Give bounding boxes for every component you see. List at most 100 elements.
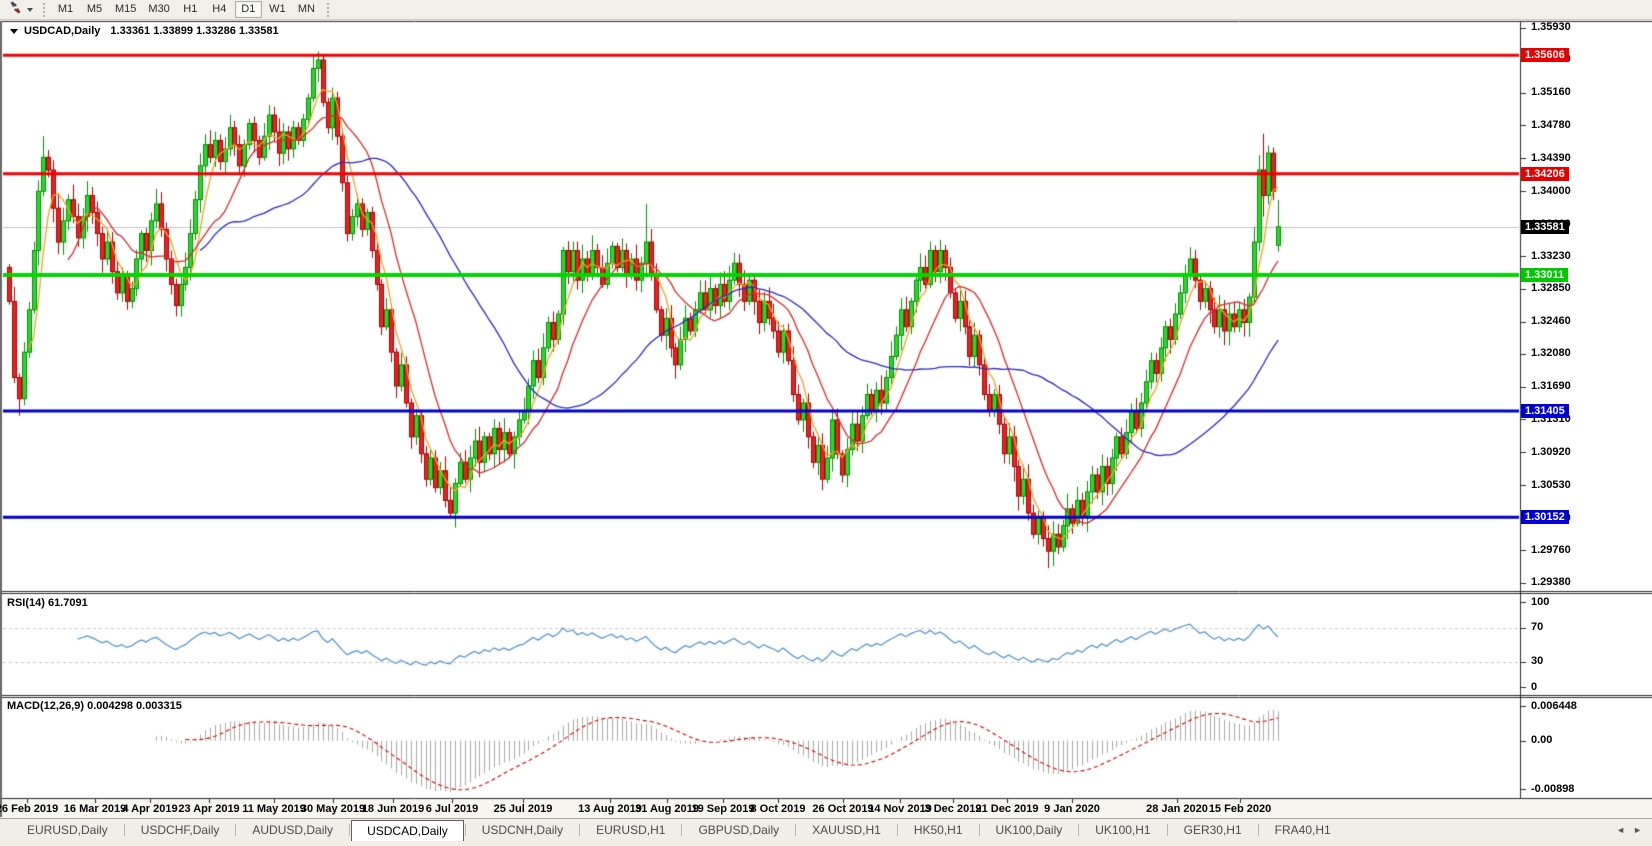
tab-separator — [681, 824, 682, 836]
tab-scroll-left-icon[interactable]: ◄ — [1616, 825, 1625, 835]
macd-label: MACD(12,26,9) 0.004298 0.003315 — [7, 700, 182, 712]
date-tick-label: 13 Aug 2019 — [578, 803, 642, 815]
timeframe-button-h1[interactable]: H1 — [177, 1, 204, 18]
date-tick-label: 16 Mar 2019 — [64, 803, 126, 815]
date-tick-label: 6 Jul 2019 — [426, 803, 479, 815]
tab-fra40-h1[interactable]: FRA40,H1 — [1260, 819, 1346, 841]
tab-hk50-h1[interactable]: HK50,H1 — [899, 819, 978, 841]
tab-usdcnh-daily[interactable]: USDCNH,Daily — [467, 819, 578, 841]
tab-gbpusd-daily[interactable]: GBPUSD,Daily — [683, 819, 794, 841]
timeframe-button-m5[interactable]: M5 — [81, 1, 108, 18]
tab-xauusd-h1[interactable]: XAUUSD,H1 — [797, 819, 896, 841]
timeframe-buttons: M1M5M15M30H1H4D1W1MN — [51, 1, 321, 18]
status-strip — [0, 841, 1652, 846]
date-tick-label: 26 Feb 2019 — [0, 803, 58, 815]
price-line-badge: 1.34206 — [1521, 167, 1569, 181]
price-line-badge: 1.33011 — [1521, 268, 1568, 282]
chevron-down-icon — [27, 8, 33, 12]
price-tick-label: 1.34000 — [1531, 185, 1571, 197]
price-line-badge: 1.35606 — [1521, 48, 1569, 62]
toolbar-grip-end[interactable] — [327, 3, 329, 17]
price-tick-label: 1.35160 — [1531, 86, 1571, 98]
tab-scroll-right-icon[interactable]: ► — [1633, 825, 1642, 835]
date-tick-label: 15 Feb 2020 — [1209, 803, 1271, 815]
price-tick-label: 1.35930 — [1531, 21, 1571, 33]
date-tick-label: 19 Sep 2019 — [692, 803, 755, 815]
date-tick-label: 26 Oct 2019 — [812, 803, 873, 815]
price-line-badge: 1.31405 — [1521, 404, 1569, 418]
date-tick-label: 3 Dec 2019 — [925, 803, 982, 815]
symbol-dropdown-icon[interactable] — [10, 29, 18, 34]
price-tick-label: 1.30530 — [1531, 479, 1571, 491]
tab-separator — [979, 824, 980, 836]
date-tick-label: 8 Oct 2019 — [750, 803, 805, 815]
rsi-tick-label: 70 — [1531, 621, 1543, 633]
price-tick-label: 1.34780 — [1531, 119, 1571, 131]
tab-scroll-arrows: ◄ ► — [1606, 819, 1652, 841]
price-line-badge: 1.33581 — [1521, 220, 1569, 234]
tab-eurusd-daily[interactable]: EURUSD,Daily — [12, 819, 123, 841]
rsi-tick-label: 100 — [1531, 596, 1549, 608]
rsi-label: RSI(14) 61.7091 — [7, 597, 88, 609]
tab-separator — [124, 824, 125, 836]
price-tick-label: 1.33230 — [1531, 250, 1571, 262]
tab-separator — [897, 824, 898, 836]
tab-audusd-daily[interactable]: AUDUSD,Daily — [237, 819, 348, 841]
toolbar-grip[interactable] — [43, 3, 45, 17]
tab-separator — [1258, 824, 1259, 836]
trading-terminal-window: M1M5M15M30H1H4D1W1MN USDCAD,Daily 1.3336… — [0, 0, 1652, 846]
chart-canvas[interactable] — [0, 0, 1652, 846]
date-tick-label: 30 May 2019 — [301, 803, 365, 815]
timeframe-button-m1[interactable]: M1 — [52, 1, 79, 18]
macd-tick-label: 0.00 — [1531, 734, 1552, 746]
price-tick-label: 1.32850 — [1531, 282, 1571, 294]
tab-uk100-h1[interactable]: UK100,H1 — [1080, 819, 1165, 841]
timeframes-toolbar: M1M5M15M30H1H4D1W1MN — [0, 0, 1652, 20]
rsi-tick-label: 30 — [1531, 655, 1543, 667]
tab-uk100-daily[interactable]: UK100,Daily — [981, 819, 1078, 841]
timeframe-button-mn[interactable]: MN — [293, 1, 320, 18]
price-tick-label: 1.31690 — [1531, 380, 1571, 392]
price-tick-label: 1.29760 — [1531, 544, 1571, 556]
timeframe-button-w1[interactable]: W1 — [264, 1, 291, 18]
price-tick-label: 1.32080 — [1531, 347, 1571, 359]
tab-usdchf-daily[interactable]: USDCHF,Daily — [126, 819, 235, 841]
date-tick-label: 31 Aug 2019 — [635, 803, 699, 815]
tab-usdcad-daily[interactable]: USDCAD,Daily — [351, 820, 464, 841]
date-tick-label: 23 Apr 2019 — [178, 803, 239, 815]
tab-separator — [579, 824, 580, 836]
timeframe-button-m15[interactable]: M15 — [110, 1, 141, 18]
tab-ger30-h1[interactable]: GER30,H1 — [1169, 819, 1257, 841]
tab-separator — [465, 824, 466, 836]
date-tick-label: 14 Nov 2019 — [868, 803, 932, 815]
tab-separator — [1167, 824, 1168, 836]
macd-tick-label: -0.00898 — [1531, 783, 1574, 795]
date-tick-label: 18 Jun 2019 — [362, 803, 424, 815]
tab-separator — [235, 824, 236, 836]
price-tick-label: 1.34390 — [1531, 152, 1571, 164]
timeframe-button-d1[interactable]: D1 — [235, 1, 262, 18]
timeframe-button-h4[interactable]: H4 — [206, 1, 233, 18]
chart-type-button[interactable] — [4, 1, 37, 19]
tab-eurusd-h1[interactable]: EURUSD,H1 — [581, 819, 680, 841]
price-tick-label: 1.32460 — [1531, 315, 1571, 327]
chart-title: USDCAD,Daily 1.33361 1.33899 1.33286 1.3… — [10, 25, 279, 37]
chart-symbol-period: USDCAD,Daily — [24, 25, 100, 37]
rsi-tick-label: 0 — [1531, 681, 1537, 693]
price-tick-label: 1.29380 — [1531, 576, 1571, 588]
tab-separator — [349, 824, 350, 836]
price-tick-label: 1.30920 — [1531, 446, 1571, 458]
tab-separator — [1078, 824, 1079, 836]
chart-ohlc-values: 1.33361 1.33899 1.33286 1.33581 — [110, 25, 278, 37]
date-tick-label: 4 Apr 2019 — [122, 803, 177, 815]
timeframe-button-m30[interactable]: M30 — [143, 1, 174, 18]
tab-separator — [795, 824, 796, 836]
date-tick-label: 21 Dec 2019 — [976, 803, 1039, 815]
date-tick-label: 28 Jan 2020 — [1146, 803, 1208, 815]
chart-tabs: EURUSD,DailyUSDCHF,DailyAUDUSD,DailyUSDC… — [0, 819, 1606, 841]
chart-tab-bar: EURUSD,DailyUSDCHF,DailyAUDUSD,DailyUSDC… — [0, 818, 1652, 841]
date-tick-label: 9 Jan 2020 — [1044, 803, 1100, 815]
date-tick-label: 25 Jul 2019 — [494, 803, 553, 815]
macd-tick-label: 0.006448 — [1531, 700, 1577, 712]
date-tick-label: 11 May 2019 — [242, 803, 306, 815]
